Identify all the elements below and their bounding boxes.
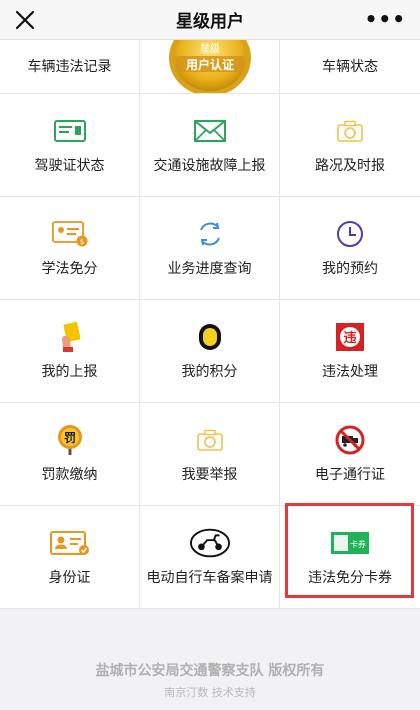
grid-item-label: 我的积分 — [181, 364, 238, 380]
grid-item-violation-handling[interactable]: 违 违法处理 — [280, 300, 420, 402]
envelope-icon — [190, 114, 230, 148]
clock-icon — [330, 217, 370, 251]
grid-item-my-points[interactable]: 我的积分 — [140, 300, 280, 402]
copyright-text: 盐城市公安局交通警察支队 版权所有 — [95, 663, 325, 679]
coin-icon — [190, 320, 230, 354]
grid-item-label: 违法处理 — [322, 364, 378, 380]
grid-item-ebike-registration[interactable]: 电动自行车备案申请 — [140, 506, 280, 608]
fine-sign-icon: 罚 — [50, 423, 90, 457]
grid-row: 车辆违法记录 星级 用户认证 车辆状态 — [0, 40, 420, 94]
grid-row: $ 学法免分 业务进度查询 我的预约 — [0, 197, 420, 300]
badge-line2: 用户认证 — [185, 57, 234, 72]
study-card-icon: $ — [50, 217, 90, 251]
grid-row: 驾驶证状态 交通设施故障上报 路况及时报 — [0, 94, 420, 197]
svg-text:罚: 罚 — [63, 431, 75, 445]
id-card-icon — [49, 526, 90, 560]
grid-item-label: 驾驶证状态 — [34, 158, 105, 174]
grid-item-label: 我的上报 — [41, 364, 98, 380]
grid-item-fine-payment[interactable]: 罚 罚款缴纳 — [0, 403, 140, 505]
grid-item-label: 我要举报 — [181, 467, 238, 483]
grid-item-label: 学法免分 — [41, 261, 98, 277]
grid-item-id-card[interactable]: 身份证 — [0, 506, 140, 608]
camera-icon — [330, 114, 370, 148]
grid-item-label: 路况及时报 — [315, 158, 385, 174]
progress-icon — [190, 217, 230, 251]
grid-row: 身份证 电动自行车备案申请 卡券 违法免分卡券 — [0, 506, 420, 609]
badge-line1: 星级 — [200, 43, 220, 55]
grid-item-badge: 星级 用户认证 — [140, 40, 280, 93]
grid-item-label: 身份证 — [48, 570, 91, 586]
grid-row: 我的上报 我的积分 违 违法处理 — [0, 300, 420, 403]
no-truck-icon — [330, 423, 370, 457]
grid-item-e-pass[interactable]: 电子通行证 — [280, 403, 420, 505]
svg-text:卡券: 卡券 — [350, 539, 366, 549]
page-title: 星级用户 — [176, 12, 244, 32]
camera-icon — [190, 423, 230, 457]
grid-item-road-report[interactable]: 路况及时报 — [280, 94, 420, 196]
grid-item-business-progress[interactable]: 业务进度查询 — [140, 197, 280, 299]
grid-item-label: 车辆状态 — [322, 58, 378, 75]
grid-item-my-appointment[interactable]: 我的预约 — [280, 197, 420, 299]
grid-item-violation-coupon[interactable]: 卡券 违法免分卡券 — [280, 506, 420, 608]
close-icon[interactable] — [14, 9, 36, 31]
svg-text:$: $ — [79, 238, 83, 246]
grid-item-my-reports[interactable]: 我的上报 — [0, 300, 140, 402]
violation-icon: 违 — [330, 320, 370, 354]
footer: 盐城市公安局交通警察支队 版权所有 南京汀数 技术支持 — [0, 660, 420, 700]
grid-item-license-status[interactable]: 驾驶证状态 — [0, 94, 140, 196]
grid-item-label: 电动自行车备案申请 — [146, 570, 273, 586]
support-text: 南京汀数 技术支持 — [164, 686, 256, 699]
grid-item-vehicle-status[interactable]: 车辆状态 — [280, 40, 420, 93]
ebike-icon — [189, 526, 230, 560]
grid-item-study-points[interactable]: $ 学法免分 — [0, 197, 140, 299]
nav-bar: 星级用户 ••• — [0, 0, 420, 40]
grid-item-facility-fault-report[interactable]: 交通设施故障上报 — [140, 94, 280, 196]
grid-item-label: 违法免分卡券 — [308, 570, 392, 586]
star-user-badge-icon: 星级 用户认证 — [169, 40, 251, 93]
grid-item-label: 我的预约 — [322, 261, 378, 277]
driver-license-icon — [50, 114, 90, 148]
svg-text:违: 违 — [343, 330, 356, 346]
grid-item-violation-record[interactable]: 车辆违法记录 — [0, 40, 140, 93]
coupon-icon: 卡券 — [330, 526, 370, 560]
yellow-card-icon — [50, 320, 90, 354]
grid-item-label: 车辆违法记录 — [27, 58, 112, 75]
service-grid: 车辆违法记录 星级 用户认证 车辆状态 驾驶证状态 交通设施故障上报 路况及时报… — [0, 40, 420, 609]
grid-item-label: 交通设施故障上报 — [153, 158, 266, 174]
grid-item-label: 业务进度查询 — [167, 261, 252, 277]
grid-row: 罚 罚款缴纳 我要举报 电子通行证 — [0, 403, 420, 506]
more-icon[interactable]: ••• — [365, 9, 406, 29]
grid-item-label: 罚款缴纳 — [41, 467, 98, 483]
grid-item-report[interactable]: 我要举报 — [140, 403, 280, 505]
grid-item-label: 电子通行证 — [315, 467, 385, 483]
